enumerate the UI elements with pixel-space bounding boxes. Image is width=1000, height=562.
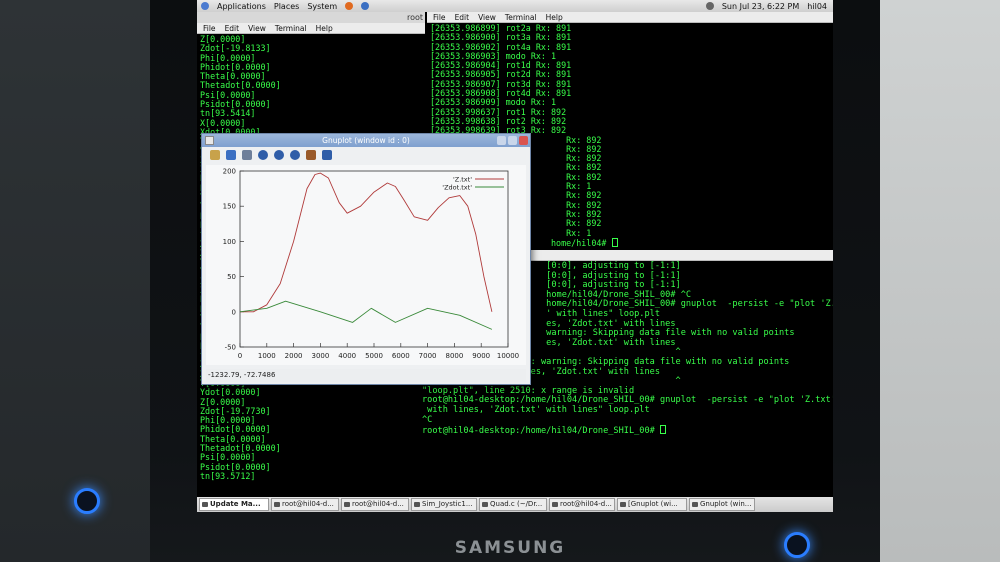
x-tick-label: 7000 — [419, 352, 437, 360]
gnuplot-plot-area[interactable]: 0 1000 2000 3000 4000 5000 6000 7000 8000 9000 100… — [206, 165, 526, 365]
user-menu[interactable]: hil04 — [807, 2, 827, 11]
menu-file[interactable]: File — [203, 23, 216, 33]
x-tick-label: 9000 — [472, 352, 490, 360]
menu-system[interactable]: System — [307, 2, 337, 11]
menu-help[interactable]: Help — [316, 23, 333, 33]
terminal-left-menubar: File Edit View Terminal Help — [197, 23, 425, 34]
gnuplot-app-icon[interactable] — [205, 136, 214, 145]
foot-icon[interactable] — [201, 2, 209, 10]
x-tick-label: 8000 — [445, 352, 463, 360]
copy-icon[interactable] — [210, 150, 220, 160]
x-tick-label: 5000 — [365, 352, 383, 360]
y-tick-label: 200 — [223, 168, 236, 176]
minimize-icon[interactable] — [497, 136, 506, 145]
menu-edit[interactable]: Edit — [225, 23, 240, 33]
cursor — [660, 425, 666, 435]
terminal-line: with lines, 'Zdot.txt' with lines" loop.… — [422, 404, 650, 415]
top-panel: Applications Places System Sun Jul 23, 6… — [197, 0, 833, 12]
options-icon[interactable] — [306, 150, 316, 160]
wifi-icon[interactable] — [705, 2, 714, 10]
y-tick-label: -50 — [225, 344, 236, 352]
taskbar-item[interactable]: Gnuplot (win... — [689, 498, 755, 511]
taskbar-item[interactable]: root@hil04-d... — [341, 498, 409, 511]
series-line-0 — [240, 172, 493, 313]
x-tick-label: 4000 — [338, 352, 356, 360]
x-tick-label: 3000 — [311, 352, 329, 360]
left-wall — [0, 0, 150, 562]
menu-applications[interactable]: Applications — [217, 2, 266, 11]
taskbar-item[interactable]: [Gnuplot (wi... — [617, 498, 687, 511]
gnuplot-title: Gnuplot (window id : 0) — [322, 136, 410, 145]
gnuplot-status: -1232.79, -72.7486 — [206, 369, 526, 382]
clock[interactable]: Sun Jul 23, 6:22 PM — [722, 2, 799, 11]
y-tick-label: 50 — [227, 273, 236, 281]
menu-terminal[interactable]: Terminal — [275, 23, 307, 33]
x-tick-label: 0 — [238, 352, 242, 360]
menu-help[interactable]: Help — [546, 12, 563, 22]
cursor — [611, 237, 618, 247]
terminal-line: ^C — [422, 414, 433, 425]
right-wall — [880, 0, 1000, 562]
x-tick-label: 2000 — [285, 352, 303, 360]
menu-file[interactable]: File — [433, 12, 446, 22]
close-icon[interactable] — [519, 136, 528, 145]
taskbar-item[interactable]: Quad.c (~/Dr... — [479, 498, 547, 511]
left-monitor-power-icon — [74, 488, 100, 514]
x-tick-label: 6000 — [392, 352, 410, 360]
mail-icon[interactable] — [361, 2, 370, 10]
series-line-1 — [239, 300, 493, 330]
help-icon[interactable] — [322, 150, 332, 160]
gnuplot-titlebar[interactable]: Gnuplot (window id : 0) — [202, 134, 530, 147]
y-tick-label: 150 — [223, 203, 236, 211]
taskbar-item[interactable]: root@hil04-d... — [271, 498, 339, 511]
plot-border — [239, 170, 509, 348]
menu-places[interactable]: Places — [274, 2, 299, 11]
terminal-line: root@hil04-desktop:/home/hil04/Drone_SHI… — [422, 425, 830, 437]
power-button-icon[interactable] — [784, 532, 810, 558]
taskbar-item[interactable]: Update Ma... — [199, 498, 269, 511]
legend-label: 'Zdot.txt' — [442, 184, 472, 192]
terminal-left-title[interactable]: root — [197, 12, 425, 23]
menu-view[interactable]: View — [248, 23, 266, 33]
terminal-right-top-menubar: File Edit View Terminal Help — [427, 12, 833, 23]
taskbar-item[interactable]: root@hil04-d... — [549, 498, 615, 511]
gnuplot-window[interactable]: Gnuplot (window id : 0) 0 1000 2000 3000 400… — [201, 133, 531, 385]
x-tick-label: 1000 — [258, 352, 276, 360]
zoom-icon[interactable] — [290, 150, 300, 160]
firefox-icon[interactable] — [345, 2, 354, 10]
terminal-line: tn[93.5712] — [200, 470, 256, 481]
menu-terminal[interactable]: Terminal — [505, 12, 537, 22]
maximize-icon[interactable] — [508, 136, 517, 145]
legend-label: 'Z.txt' — [453, 176, 472, 184]
chart-svg: 0 1000 2000 3000 4000 5000 6000 7000 8000 9000 100… — [223, 168, 520, 361]
menu-view[interactable]: View — [478, 12, 496, 22]
screen: Applications Places System Sun Jul 23, 6… — [197, 0, 833, 512]
monitor-brand: SAMSUNG — [454, 538, 566, 558]
replot-icon[interactable] — [226, 150, 236, 160]
zoom-prev-icon[interactable] — [258, 150, 268, 160]
gnuplot-toolbar — [202, 147, 530, 163]
taskbar: Update Ma... root@hil04-d... root@hil04-d.… — [197, 497, 833, 512]
zoom-next-icon[interactable] — [274, 150, 284, 160]
y-tick-label: 100 — [223, 238, 236, 246]
grid-icon[interactable] — [242, 150, 252, 160]
y-tick-label: 0 — [232, 308, 236, 316]
menu-edit[interactable]: Edit — [455, 12, 470, 22]
x-tick-label: 10000 — [497, 352, 519, 360]
taskbar-item[interactable]: Sim_Joystic1... — [411, 498, 477, 511]
